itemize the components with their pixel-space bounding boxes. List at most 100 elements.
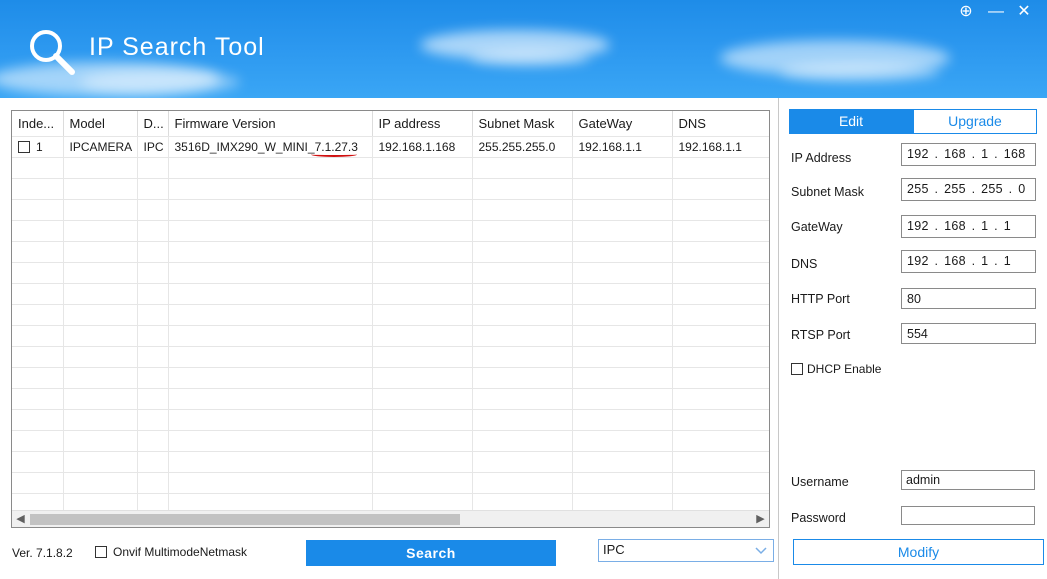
empty-cell	[137, 409, 169, 431]
empty-cell	[63, 199, 138, 221]
rtsp-port-field[interactable]: 554	[901, 323, 1036, 344]
empty-cell	[672, 157, 769, 179]
row-select-checkbox[interactable]	[18, 140, 30, 153]
empty-cell	[372, 472, 473, 494]
empty-cell	[572, 430, 673, 452]
empty-cell	[12, 199, 64, 221]
device-grid: Inde... Model D... Firmware Version IP a…	[11, 110, 770, 528]
dhcp-checkbox[interactable]	[791, 363, 803, 375]
empty-cell	[372, 346, 473, 368]
onvif-option[interactable]: Onvif MultimodeNetmask	[95, 545, 247, 559]
settings-panel: Edit Upgrade IP Address 192 . 168 . 1 . …	[778, 98, 1047, 579]
scroll-left-icon[interactable]: ◀	[12, 511, 29, 527]
empty-cell	[168, 346, 373, 368]
empty-cell	[12, 220, 64, 242]
empty-cell	[372, 262, 473, 284]
empty-cell	[63, 367, 138, 389]
empty-cell	[63, 472, 138, 494]
empty-cell	[137, 325, 169, 347]
scrollbar-thumb[interactable]	[30, 514, 460, 525]
empty-cell	[472, 409, 573, 431]
gateway-field[interactable]: 192 . 168 . 1 . 1	[901, 215, 1036, 238]
empty-cell	[63, 262, 138, 284]
col-header-dns[interactable]: DNS	[672, 111, 769, 137]
empty-cell	[168, 430, 373, 452]
empty-cell	[137, 388, 169, 410]
empty-row	[12, 283, 769, 305]
col-header-ip[interactable]: IP address	[372, 111, 473, 137]
col-header-device[interactable]: D...	[137, 111, 169, 137]
empty-cell	[137, 199, 169, 221]
close-button[interactable]: ✕	[1016, 4, 1032, 20]
empty-row	[12, 451, 769, 473]
empty-cell	[472, 472, 573, 494]
empty-row	[12, 199, 769, 221]
scroll-right-icon[interactable]: ▶	[752, 511, 769, 527]
empty-row	[12, 430, 769, 452]
empty-cell	[168, 409, 373, 431]
gateway-label: GateWay	[791, 220, 843, 234]
table-row[interactable]: 1 IPCAMERA IPC 3516D_IMX290_W_MINI_7.1.2…	[12, 136, 769, 158]
empty-cell	[168, 199, 373, 221]
col-header-index[interactable]: Inde...	[12, 111, 64, 137]
horizontal-scrollbar[interactable]: ◀ ▶	[12, 510, 769, 527]
col-header-model[interactable]: Model	[63, 111, 138, 137]
col-header-mask[interactable]: Subnet Mask	[472, 111, 573, 137]
add-window-button[interactable]: ⊕	[958, 4, 974, 20]
empty-cell	[168, 451, 373, 473]
empty-cell	[12, 262, 64, 284]
empty-cell	[472, 325, 573, 347]
empty-cell	[672, 367, 769, 389]
empty-cell	[572, 178, 673, 200]
modify-button[interactable]: Modify	[793, 539, 1044, 565]
empty-cell	[168, 472, 373, 494]
empty-cell	[137, 451, 169, 473]
empty-cell	[137, 157, 169, 179]
empty-cell	[372, 325, 473, 347]
empty-cell	[137, 304, 169, 326]
cloud-decoration	[470, 50, 590, 66]
minimize-button[interactable]: —	[988, 4, 1004, 20]
empty-row	[12, 367, 769, 389]
dhcp-option[interactable]: DHCP Enable	[791, 362, 881, 376]
magnifier-icon	[30, 30, 75, 75]
title-bar: IP Search Tool ⊕ — ✕	[0, 0, 1047, 98]
empty-cell	[372, 220, 473, 242]
tab-upgrade[interactable]: Upgrade	[913, 109, 1037, 134]
empty-cell	[372, 367, 473, 389]
empty-row	[12, 304, 769, 326]
col-header-gateway[interactable]: GateWay	[572, 111, 673, 137]
password-field[interactable]	[901, 506, 1035, 525]
http-port-field[interactable]: 80	[901, 288, 1036, 309]
search-button[interactable]: Search	[306, 540, 556, 566]
empty-cell	[372, 430, 473, 452]
empty-cell	[168, 157, 373, 179]
empty-cell	[672, 346, 769, 368]
row-mask: 255.255.255.0	[472, 136, 573, 158]
empty-cell	[572, 220, 673, 242]
col-header-firmware[interactable]: Firmware Version	[168, 111, 373, 137]
empty-cell	[12, 283, 64, 305]
empty-cell	[12, 388, 64, 410]
ip-address-field[interactable]: 192 . 168 . 1 . 168	[901, 143, 1036, 166]
empty-cell	[63, 430, 138, 452]
username-field[interactable]: admin	[901, 470, 1035, 490]
empty-cell	[137, 346, 169, 368]
empty-cell	[12, 430, 64, 452]
empty-cell	[12, 325, 64, 347]
subnet-mask-field[interactable]: 255 . 255 . 255 . 0	[901, 178, 1036, 201]
empty-cell	[372, 451, 473, 473]
empty-row	[12, 346, 769, 368]
empty-row	[12, 262, 769, 284]
onvif-checkbox[interactable]	[95, 546, 107, 558]
empty-cell	[672, 178, 769, 200]
empty-cell	[572, 325, 673, 347]
rtsp-port-label: RTSP Port	[791, 328, 851, 342]
device-type-select[interactable]: IPC	[598, 539, 774, 562]
dns-field[interactable]: 192 . 168 . 1 . 1	[901, 250, 1036, 273]
empty-cell	[572, 388, 673, 410]
tab-edit[interactable]: Edit	[789, 109, 913, 134]
app-title: IP Search Tool	[89, 33, 265, 61]
empty-cell	[472, 430, 573, 452]
empty-cell	[472, 388, 573, 410]
